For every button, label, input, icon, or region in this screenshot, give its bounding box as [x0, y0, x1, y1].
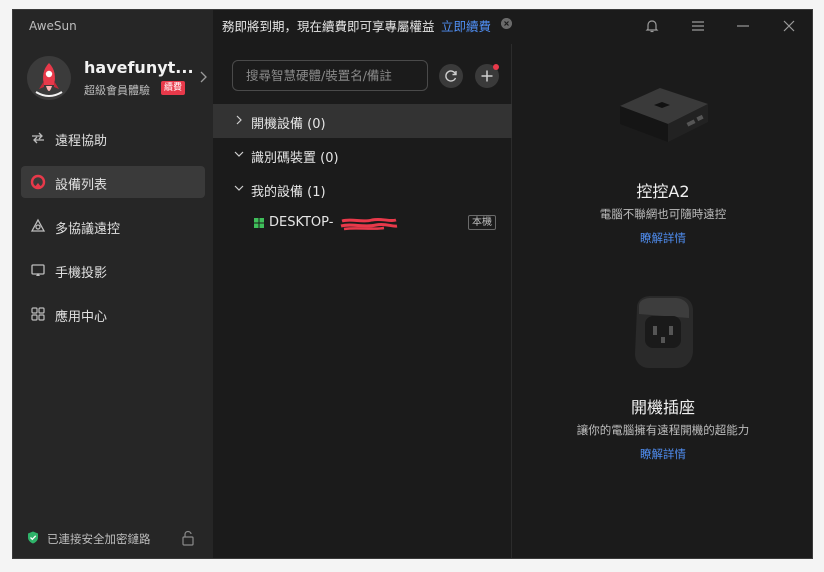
sidebar-item-label: 多協議遠控 [55, 222, 121, 237]
sidebar-item-label: 遠程協助 [55, 134, 108, 149]
device-name: DESKTOP- [269, 215, 334, 230]
chevron-down-icon [234, 151, 244, 157]
sidebar-item-label: 設備列表 [55, 178, 108, 193]
rocket-avatar-icon [27, 56, 71, 100]
redaction-scribble [340, 217, 398, 231]
secure-status-text: 已連接安全加密鏈路 [47, 532, 151, 546]
promo-title: 控控A2 [636, 182, 690, 201]
notification-dot [493, 64, 499, 70]
minimize-icon[interactable] [735, 18, 751, 34]
menu-icon[interactable] [690, 18, 706, 34]
chevron-right-icon[interactable] [198, 70, 208, 84]
promo-panel: 控控A2 電腦不聯網也可隨時遠控 瞭解詳情 開機插座 讓你的電腦擁有遠程開機的超… [513, 44, 812, 558]
group-my-devices[interactable]: 我的設備 (1) [213, 172, 512, 206]
device-panel: 開機設備 (0) 識別碼裝置 (0) 我的設備 (1) DESKTOP- [213, 44, 512, 558]
group-label: 開機設備 (0) [251, 117, 326, 132]
sidebar-item-screen-cast[interactable]: 手機投影 [21, 254, 205, 286]
screen-cast-icon [31, 264, 45, 276]
remote-box-device-image [620, 88, 708, 142]
app-window: AweSun havefunyt... 超級會員體驗 續費 遠程協助 設備列表 … [12, 9, 813, 559]
refresh-icon [445, 70, 457, 82]
group-powered-devices[interactable]: 開機設備 (0) [213, 104, 512, 138]
chevron-down-icon [234, 185, 244, 191]
search-input[interactable] [232, 60, 428, 91]
device-row[interactable]: DESKTOP- 本機 [213, 206, 512, 240]
sidebar-nav: 遠程協助 設備列表 多協議遠控 手機投影 應用中心 [21, 122, 205, 342]
multi-protocol-icon [30, 218, 46, 232]
refresh-button[interactable] [439, 64, 463, 88]
bell-icon[interactable] [644, 18, 660, 34]
sidebar-item-label: 應用中心 [55, 310, 108, 325]
sidebar-item-label: 手機投影 [55, 266, 108, 281]
lock-icon[interactable] [181, 530, 195, 546]
promo-card-a2: 控控A2 電腦不聯網也可隨時遠控 瞭解詳情 [513, 178, 812, 246]
learn-more-link[interactable]: 瞭解詳情 [640, 230, 686, 246]
sidebar-item-device-list[interactable]: 設備列表 [21, 166, 205, 198]
avatar[interactable] [27, 56, 71, 100]
shield-check-icon [28, 531, 38, 544]
renew-badge[interactable]: 續費 [161, 81, 185, 95]
sidebar-item-remote-assist[interactable]: 遠程協助 [21, 122, 205, 154]
smart-plug-image [635, 296, 693, 368]
learn-more-link[interactable]: 瞭解詳情 [640, 446, 686, 462]
group-label: 識別碼裝置 (0) [251, 151, 339, 166]
this-device-tag: 本機 [468, 215, 496, 230]
renew-now-link[interactable]: 立即續費 [441, 16, 491, 35]
promo-card-smart-plug: 開機插座 讓你的電腦擁有遠程開機的超能力 瞭解詳情 [513, 394, 812, 462]
add-device-button[interactable] [475, 64, 499, 88]
close-icon[interactable] [781, 18, 797, 34]
app-grid-icon [31, 307, 45, 321]
user-profile[interactable]: havefunyt... 超級會員體驗 續費 [27, 56, 207, 106]
promo-description: 讓你的電腦擁有遠程開機的超能力 [576, 423, 750, 437]
secure-connection-status: 已連接安全加密鏈路 [27, 530, 203, 546]
sidebar-item-multi-protocol[interactable]: 多協議遠控 [21, 210, 205, 242]
swap-arrows-icon [32, 132, 44, 144]
windows-icon [254, 218, 264, 228]
username: havefunyt... [84, 58, 194, 77]
app-title: AweSun [29, 19, 77, 33]
chevron-right-icon [236, 115, 242, 125]
banner-close-icon[interactable] [501, 18, 512, 29]
device-list-icon [30, 174, 46, 190]
membership-label: 超級會員體驗 [84, 84, 150, 97]
sidebar-item-app-center[interactable]: 應用中心 [21, 298, 205, 330]
sidebar: AweSun havefunyt... 超級會員體驗 續費 遠程協助 設備列表 … [13, 10, 213, 558]
promo-description: 電腦不聯網也可隨時遠控 [599, 207, 727, 221]
banner-text: 務即將到期，現在續費即可享專屬權益 [222, 19, 435, 34]
group-id-devices[interactable]: 識別碼裝置 (0) [213, 138, 512, 172]
group-label: 我的設備 (1) [251, 185, 326, 200]
promo-title: 開機插座 [630, 398, 695, 417]
